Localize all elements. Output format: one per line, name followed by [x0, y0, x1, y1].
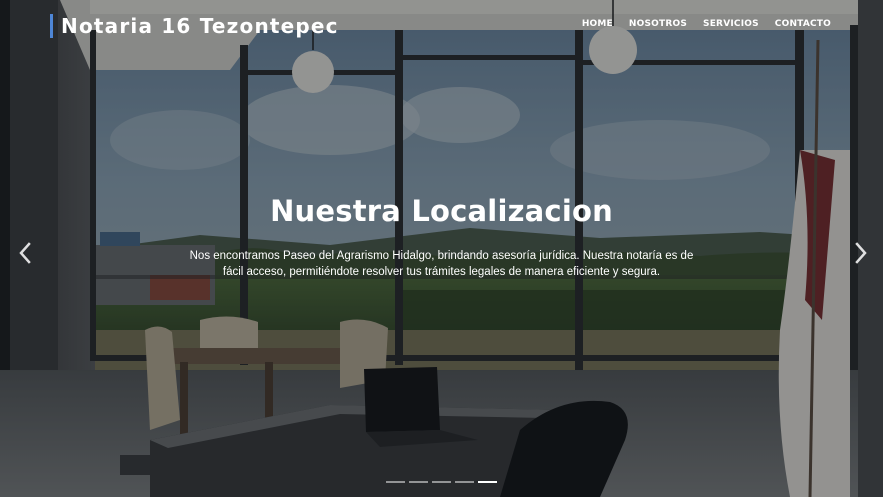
- nav-home[interactable]: HOME: [582, 19, 613, 29]
- nav-contacto[interactable]: CONTACTO: [775, 19, 831, 29]
- hero-caption: Nuestra Localizacion Nos encontramos Pas…: [0, 194, 883, 280]
- page: Notaria 16 Tezontepec HOME NOSOTROS SERV…: [0, 0, 883, 497]
- main-nav: HOME NOSOTROS SERVICIOS CONTACTO: [582, 19, 831, 29]
- nav-nosotros[interactable]: NOSOTROS: [629, 19, 687, 29]
- hero-title: Nuestra Localizacion: [270, 194, 613, 228]
- carousel-indicator-2[interactable]: [409, 481, 428, 483]
- carousel-indicator-3[interactable]: [432, 481, 451, 483]
- brand-logo[interactable]: Notaria 16 Tezontepec: [50, 14, 339, 38]
- brand-name[interactable]: Notaria 16 Tezontepec: [61, 14, 339, 38]
- carousel-next-button[interactable]: [849, 240, 873, 266]
- carousel-indicator-1[interactable]: [386, 481, 405, 483]
- hero-description: Nos encontramos Paseo del Agrarismo Hida…: [189, 250, 694, 278]
- nav-servicios[interactable]: SERVICIOS: [703, 19, 759, 29]
- chevron-left-icon: [19, 242, 31, 264]
- carousel-indicator-4[interactable]: [455, 481, 474, 483]
- carousel-indicators: [0, 481, 883, 483]
- chevron-right-icon: [855, 242, 867, 264]
- carousel-indicator-5[interactable]: [478, 481, 497, 483]
- carousel-prev-button[interactable]: [13, 240, 37, 266]
